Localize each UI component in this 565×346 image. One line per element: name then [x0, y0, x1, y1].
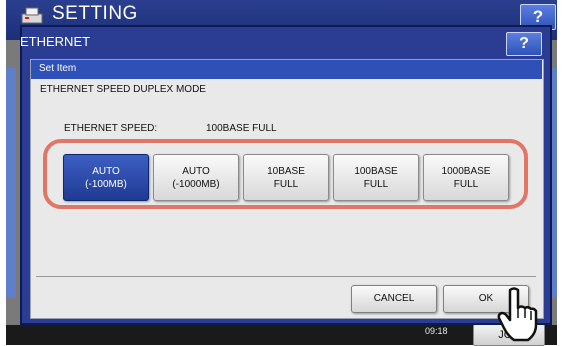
setting-name: ETHERNET SPEED DUPLEX MODE — [40, 84, 206, 95]
dialog-title: ETHERNET — [20, 34, 91, 49]
set-item-strip: Set Item — [31, 60, 542, 79]
cancel-button[interactable]: CANCEL — [351, 285, 437, 313]
option-auto-1000mb[interactable]: AUTO (-1000MB) — [153, 154, 239, 201]
clock-time: 09:18 — [425, 326, 448, 336]
setting-title: SETTING — [52, 3, 138, 24]
dialog-help-button[interactable]: ? — [506, 32, 542, 56]
button-divider — [36, 276, 536, 277]
option-100base-full[interactable]: 100BASE FULL — [333, 154, 419, 201]
set-item-label: Set Item — [39, 63, 77, 74]
option-1000base-full[interactable]: 1000BASE FULL — [423, 154, 509, 201]
hand-pointer-icon — [497, 287, 538, 342]
ethernet-speed-value: 100BASE FULL — [206, 123, 277, 134]
option-auto-100mb[interactable]: AUTO (-100MB) — [63, 154, 149, 201]
background-stripe-left — [6, 68, 16, 298]
option-10base-full[interactable]: 10BASE FULL — [243, 154, 329, 201]
ethernet-speed-label: ETHERNET SPEED: — [64, 123, 158, 134]
printer-icon — [21, 7, 43, 24]
